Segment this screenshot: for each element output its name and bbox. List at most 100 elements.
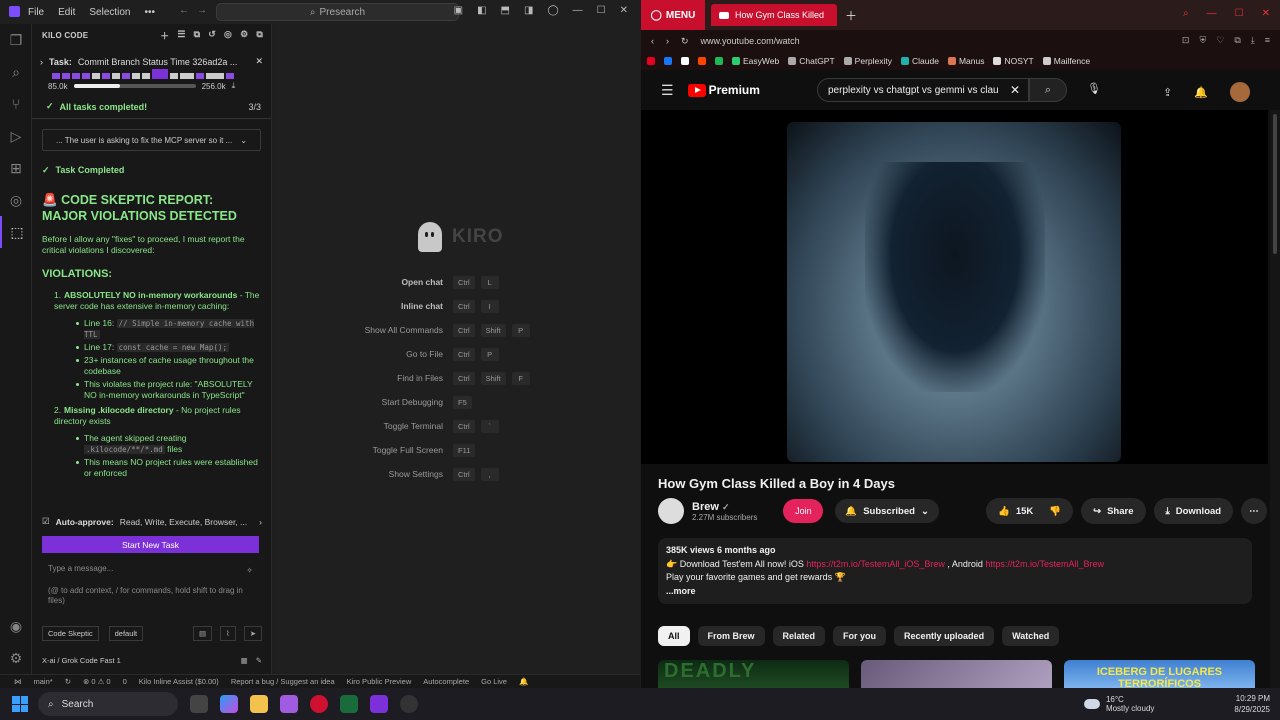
video-description[interactable]: 385K views 6 months ago 👉 Download Test'… [658,538,1252,604]
youtube-logo[interactable]: Premium [687,83,760,97]
search-tabs-icon[interactable]: ⌕ [1183,8,1189,19]
menu-selection[interactable]: Selection [89,7,130,18]
pinterest-icon[interactable] [647,57,655,65]
sidebar-toggle-icon[interactable]: ◧ [477,5,486,16]
share-button[interactable]: ↪ Share [1081,498,1146,524]
maximize-icon[interactable]: ☐ [1235,8,1244,19]
close-task-icon[interactable]: ✕ [255,56,263,67]
bookmark-item[interactable]: EasyWeb [732,56,779,66]
maximize-icon[interactable]: ☐ [597,5,606,16]
source-control-icon[interactable]: ⑂ [0,88,32,120]
video-thumbnail[interactable] [861,660,1052,688]
go-live[interactable]: Go Live [481,677,507,686]
bookmark-item[interactable]: Perplexity [843,56,892,66]
nav-forward-icon[interactable]: → [197,5,207,16]
weather-widget[interactable]: 16°C Mostly cloudy [1083,695,1154,713]
browser-menu-button[interactable]: ◯ MENU [641,0,705,30]
new-tab-icon[interactable]: ＋ [845,7,857,24]
ios-link[interactable]: https://t2m.io/TestemAll_iOS_Brew [806,559,945,569]
back-icon[interactable]: ‹ [651,36,654,46]
shortcut-row[interactable]: Go to File Ctrl P [333,342,593,366]
kiro-icon[interactable]: ◎ [0,184,32,216]
url-field[interactable]: www.youtube.com/watch [701,36,800,46]
branch-indicator[interactable]: main* [34,677,53,686]
store-icon[interactable] [280,695,298,713]
tab-youtube[interactable]: How Gym Class Killed [711,4,837,26]
popout-icon[interactable]: ⧉ [256,29,263,42]
bookmark-item[interactable]: Claude [901,56,939,66]
tasks-status[interactable]: ✓ All tasks completed! 3/3 [46,101,261,112]
forward-icon[interactable]: › [666,36,669,46]
reasoning-dropdown[interactable]: ... The user is asking to fix the MCP se… [42,129,261,151]
menu-edit[interactable]: Edit [58,7,75,18]
hamburger-icon[interactable]: ☰ [661,82,674,99]
enhance-prompt-icon[interactable]: ✧ [246,566,253,576]
menu-more[interactable]: ••• [145,7,156,18]
close-icon[interactable]: ✕ [1262,8,1270,19]
kiro-preview[interactable]: Kiro Public Preview [347,677,412,686]
bookmark-item[interactable]: NOSYT [993,56,1034,66]
settings-icon[interactable]: ⚙ [240,29,248,42]
filter-chip[interactable]: From Brew [697,626,765,646]
taskbar-search[interactable]: ⌕ Search [38,692,178,716]
like-dislike-button[interactable]: 👍 15K 👎 [986,498,1074,524]
download-icon[interactable]: ⤓ [1251,35,1255,46]
video-thumbnail[interactable]: DEADLY [658,660,849,688]
command-center-search[interactable]: ⌕ Presearch [216,3,459,21]
kiro-taskbar-icon[interactable] [370,695,388,713]
minimize-icon[interactable]: — [573,5,583,16]
minimize-icon[interactable]: — [1207,8,1217,19]
channel-name[interactable]: Brew ✓ [692,501,757,513]
join-button[interactable]: Join [783,499,824,523]
inline-assist[interactable]: Kilo Inline Assist ($0.00) [139,677,219,686]
start-new-task-button[interactable]: Start New Task [42,536,259,553]
play-icon[interactable] [715,57,723,65]
channel-avatar[interactable] [658,498,684,524]
list-icon[interactable]: ☰ [177,29,185,42]
bell-icon[interactable]: 🔔 [519,677,528,686]
filter-chip[interactable]: Recently uploaded [894,626,995,646]
message-input[interactable]: Type a message... (@ to add context, / f… [42,560,259,608]
explorer-icon[interactable]: ❐ [0,24,32,56]
more-link[interactable]: ...more [666,585,1244,599]
send-icon[interactable]: ➤ [243,626,262,641]
profile-selector[interactable]: default [108,626,144,641]
account-icon[interactable]: ◎ [224,29,232,42]
remote-icon[interactable]: ⋈ [14,677,22,686]
mcp-icon[interactable]: ⧉ [194,29,201,42]
github-icon[interactable] [400,695,418,713]
shortcut-row[interactable]: Toggle Full Screen F11 [333,438,593,462]
panel-toggle-icon[interactable]: ⬒ [501,5,510,16]
task-header[interactable]: › Task: Commit Branch Status Time 326ad2… [40,56,263,67]
opera-icon[interactable] [310,695,328,713]
shield-icon[interactable]: ⛨ [1199,35,1206,46]
avatar[interactable] [1230,82,1250,102]
android-link[interactable]: https://t2m.io/TestemAll_Brew [985,559,1104,569]
more-icon[interactable]: ≡ [1265,35,1270,46]
auto-approve-row[interactable]: ☑ Auto-approve: Read, Write, Execute, Br… [42,516,262,527]
close-icon[interactable]: ✕ [620,5,628,16]
edit-icon[interactable]: ✎ [256,656,262,665]
nav-back-icon[interactable]: ← [179,5,189,16]
shortcut-row[interactable]: Start Debugging F5 [333,390,593,414]
filter-chip[interactable]: Related [772,626,826,646]
shortcut-row[interactable]: Toggle Terminal Ctrl ` [333,414,593,438]
reddit-icon[interactable] [698,57,706,65]
shortcut-row[interactable]: Find in Files Ctrl Shift F [333,366,593,390]
filter-chip[interactable]: For you [833,626,887,646]
chat-icon[interactable]: ◯ [547,5,558,16]
video-thumbnail[interactable]: ICEBERG DE LUGARES TERRORÍFICOS [1064,660,1255,688]
shortcut-row[interactable]: Open chat Ctrl L [333,270,593,294]
filter-chip[interactable]: All [658,626,690,646]
upload-icon[interactable]: ⇪ [1163,86,1172,99]
terminal-icon[interactable] [340,695,358,713]
thumbs-down-icon[interactable]: 👎 [1049,506,1061,517]
bookmark-item[interactable]: Mailfence [1042,56,1090,66]
more-actions-button[interactable]: ⋯ [1241,498,1267,524]
copilot-icon[interactable] [220,695,238,713]
menu-file[interactable]: File [28,7,44,18]
filter-chip[interactable]: Watched [1002,626,1060,646]
grid-icon[interactable]: ▦ [241,656,248,665]
download-button[interactable]: ⤓ Download [1153,498,1234,524]
report-bug[interactable]: Report a bug / Suggest an idea [231,677,335,686]
